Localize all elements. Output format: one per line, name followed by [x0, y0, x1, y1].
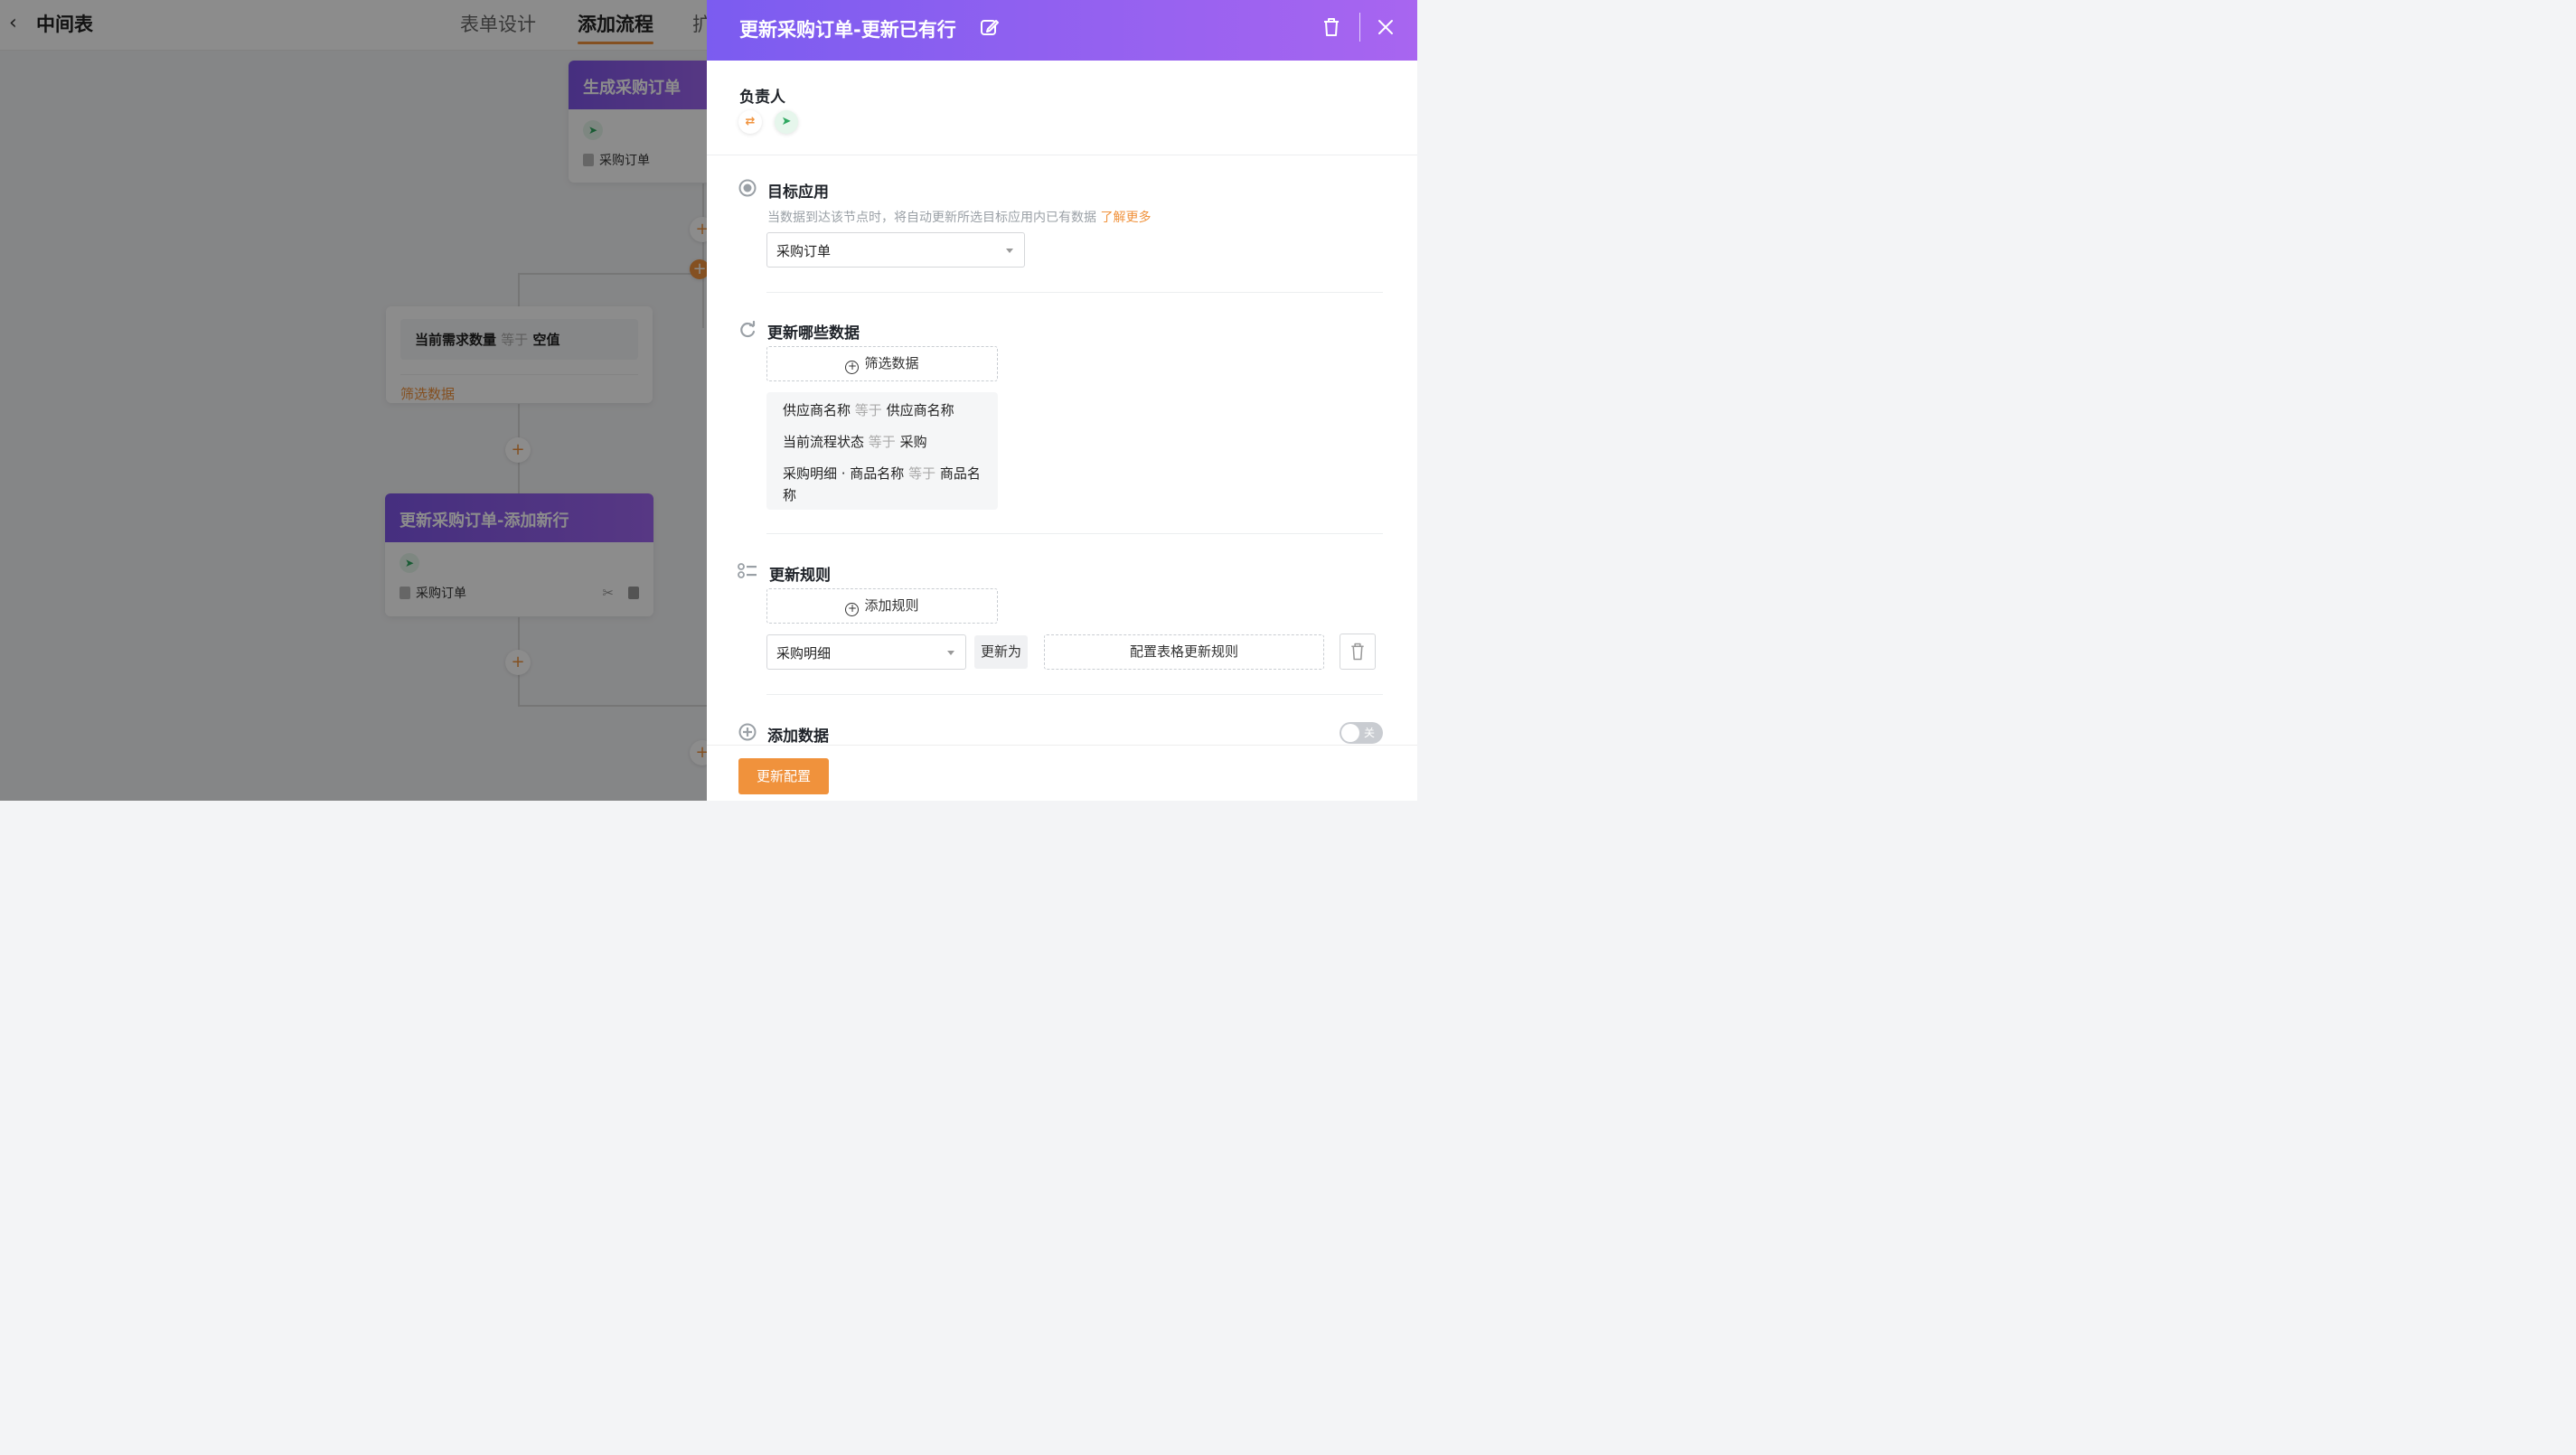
target-app-hint: 当数据到达该节点时，将自动更新所选目标应用内已有数据 了解更多 [767, 208, 1151, 226]
condition-operator: 等于 [908, 465, 936, 482]
close-icon[interactable] [1376, 16, 1396, 38]
condition-field: 采购明细 · 商品名称 [783, 465, 905, 482]
update-config-button[interactable]: 更新配置 [738, 758, 829, 794]
filter-data-button-label: 筛选数据 [864, 355, 919, 371]
add-rule-button[interactable]: + 添加规则 [766, 588, 998, 624]
section-divider [766, 533, 1383, 534]
condition-field: 供应商名称 [783, 402, 851, 418]
send-icon[interactable]: ➤ [775, 110, 798, 134]
delete-rule-button[interactable] [1340, 634, 1376, 670]
condition-field: 当前流程状态 [783, 434, 865, 450]
update-rules-label: 更新规则 [769, 567, 831, 585]
filter-condition[interactable]: 采购明细 · 商品名称 等于 商品名称 [766, 455, 998, 510]
plus-circle-icon [738, 723, 757, 741]
which-data-label: 更新哪些数据 [767, 324, 860, 343]
toggle-knob [1341, 724, 1359, 742]
condition-operator: 等于 [868, 434, 896, 450]
target-app-select-value: 采购订单 [776, 243, 832, 259]
target-app-label: 目标应用 [767, 183, 829, 202]
header-divider [1359, 13, 1360, 42]
filter-data-button[interactable]: + 筛选数据 [766, 346, 998, 381]
trash-icon [1351, 643, 1364, 661]
section-divider [766, 694, 1383, 695]
drawer-header: 更新采购订单-更新已有行 [707, 0, 1417, 61]
drawer-title: 更新采购订单-更新已有行 [739, 19, 956, 41]
list-icon [738, 563, 757, 578]
add-data-label: 添加数据 [767, 728, 829, 746]
section-divider [766, 292, 1383, 293]
target-app-select[interactable]: 采购订单 [766, 232, 1025, 268]
refresh-icon [740, 321, 756, 338]
switch-icon[interactable]: ⇄ [738, 110, 762, 134]
rule-field-select-value: 采购明细 [776, 645, 832, 662]
add-rule-button-label: 添加规则 [864, 597, 919, 614]
owner-label: 负责人 [739, 89, 785, 107]
filter-condition[interactable]: 当前流程状态 等于 采购 [766, 424, 998, 460]
toggle-text: 关 [1364, 727, 1376, 739]
rule-field-select[interactable]: 采购明细 [766, 634, 966, 670]
update-to-label: 更新为 [974, 635, 1028, 669]
learn-more-link[interactable]: 了解更多 [1100, 211, 1151, 225]
edit-icon[interactable] [980, 18, 1000, 38]
condition-operator: 等于 [854, 402, 882, 418]
filter-condition[interactable]: 供应商名称 等于 供应商名称 [766, 392, 998, 428]
config-table-rule-button[interactable]: 配置表格更新规则 [1044, 634, 1324, 670]
chevron-down-icon [1006, 249, 1013, 253]
plus-circle-icon: + [845, 361, 860, 374]
condition-value: 供应商名称 [886, 402, 954, 418]
plus-circle-icon: + [845, 603, 860, 616]
target-app-hint-text: 当数据到达该节点时，将自动更新所选目标应用内已有数据 [767, 211, 1096, 225]
add-data-toggle[interactable]: 关 [1340, 722, 1383, 744]
condition-value: 采购 [899, 434, 927, 450]
chevron-down-icon [947, 651, 954, 655]
delete-icon[interactable] [1321, 16, 1341, 38]
target-icon [738, 179, 757, 197]
